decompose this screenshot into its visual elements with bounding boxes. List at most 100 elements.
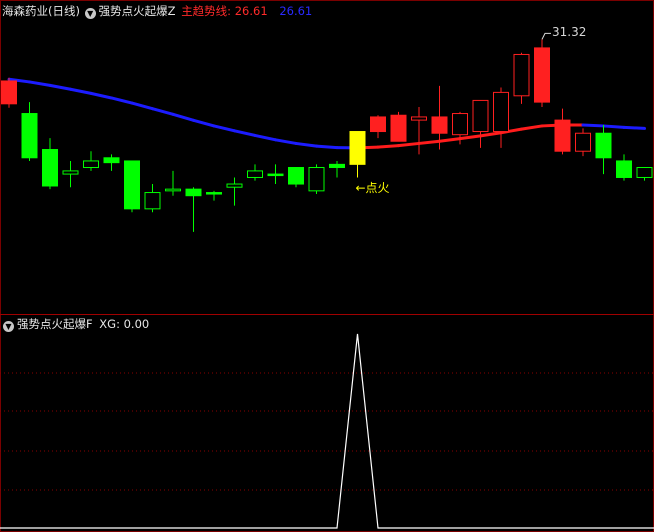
candle-25 xyxy=(513,52,530,104)
chart-frame xyxy=(0,0,654,532)
candle-0 xyxy=(1,77,17,108)
candle-3 xyxy=(62,160,79,188)
candle-30 xyxy=(616,154,632,181)
trend-segment-2 xyxy=(48,83,72,91)
trend-segment-12 xyxy=(253,133,277,142)
candle-20 xyxy=(411,106,427,155)
candle-body-27 xyxy=(554,119,571,152)
trend-segment-13 xyxy=(274,138,298,145)
candle-body-6 xyxy=(124,160,140,210)
candle-14 xyxy=(288,167,304,188)
trend-segment-28 xyxy=(581,123,605,128)
candle-body-12 xyxy=(247,170,263,178)
candle-body-21 xyxy=(431,116,448,134)
chart-canvas xyxy=(0,0,654,532)
trend-segment-19 xyxy=(397,141,421,148)
candle-body-3 xyxy=(62,170,79,175)
trend-segment-6 xyxy=(130,101,154,111)
candle-26 xyxy=(534,39,550,107)
trend-segment-7 xyxy=(151,107,175,116)
candle-body-22 xyxy=(452,113,468,136)
candle-27 xyxy=(554,108,571,155)
candle-15 xyxy=(308,164,325,195)
candle-body-28 xyxy=(575,132,591,152)
indicator-name[interactable]: 强势点火起爆Z xyxy=(99,4,176,18)
candle-10 xyxy=(206,190,222,201)
candle-24 xyxy=(493,87,509,148)
candle-body-7 xyxy=(144,192,161,210)
annotation-marks xyxy=(541,32,551,40)
candle-body-16 xyxy=(329,163,345,169)
candle-28 xyxy=(575,128,591,157)
candle-19 xyxy=(390,111,407,142)
chevron-down-icon[interactable]: ▼ xyxy=(3,321,14,332)
xg-series-line xyxy=(0,333,654,529)
chart-border xyxy=(0,0,654,532)
second-trend-value: 26.61 xyxy=(279,4,313,18)
candle-13 xyxy=(267,164,284,185)
candle-body-5 xyxy=(103,157,120,164)
main-chart-header: 海森药业(日线) ▼ 强势点火起爆Z 主趋势线: 26.61 26.61 xyxy=(2,5,312,19)
xg-label: XG: xyxy=(99,317,120,331)
candle-body-4 xyxy=(83,160,99,169)
candle-body-30 xyxy=(616,160,632,178)
candle-9 xyxy=(185,187,202,232)
candle-18 xyxy=(370,115,386,139)
candle-4 xyxy=(83,151,99,171)
candle-16 xyxy=(329,160,345,178)
trend-segment-21 xyxy=(438,137,462,143)
high-price-pointer xyxy=(541,32,551,40)
trend-segment-25 xyxy=(520,124,544,131)
trend-segment-15 xyxy=(315,144,339,150)
candle-7 xyxy=(144,184,161,213)
chevron-down-icon[interactable]: ▼ xyxy=(84,8,96,19)
trend-segment-11 xyxy=(233,129,257,137)
candle-body-1 xyxy=(21,113,38,159)
candle-body-24 xyxy=(493,91,509,133)
sub-chart-grid xyxy=(0,372,654,491)
candle-body-25 xyxy=(513,53,530,97)
candle-12 xyxy=(247,164,263,181)
trend-segment-23 xyxy=(479,131,503,138)
candle-5 xyxy=(103,154,120,171)
trend-segment-29 xyxy=(602,124,626,129)
candle-31 xyxy=(636,167,653,181)
trend-segment-14 xyxy=(294,141,318,148)
sub-indicator-name[interactable]: 强势点火起爆F xyxy=(17,317,93,331)
xg-line xyxy=(0,333,654,529)
trend-segment-5 xyxy=(110,96,134,105)
candle-body-23 xyxy=(472,99,489,133)
candle-body-18 xyxy=(370,116,386,133)
trend-segment-18 xyxy=(376,144,400,149)
candle-body-14 xyxy=(288,167,304,185)
main-trend-value: 26.61 xyxy=(234,4,268,18)
period-label: (日线) xyxy=(48,4,80,18)
trend-segment-10 xyxy=(212,124,236,133)
candle-body-15 xyxy=(308,167,325,192)
signal-label: ←点火 xyxy=(355,181,390,196)
trend-segment-3 xyxy=(69,87,93,95)
candle-body-0 xyxy=(1,80,17,105)
candle-6 xyxy=(124,160,140,213)
candle-29 xyxy=(595,124,612,175)
candle-body-2 xyxy=(42,149,58,187)
candle-body-9 xyxy=(185,188,202,197)
trend-segment-30 xyxy=(622,125,646,130)
xg-value: 0.00 xyxy=(123,317,150,331)
candle-11 xyxy=(226,177,243,206)
candle-body-26 xyxy=(534,47,550,103)
trend-segment-4 xyxy=(89,91,113,100)
candle-2 xyxy=(42,138,58,190)
candlesticks xyxy=(1,39,653,232)
trend-segment-1 xyxy=(28,80,52,87)
candle-body-13 xyxy=(267,173,284,177)
trend-segment-9 xyxy=(192,118,216,128)
candle-body-19 xyxy=(390,114,407,142)
trend-segment-20 xyxy=(417,139,441,145)
high-price-label: 31.32 xyxy=(552,25,587,40)
candle-8 xyxy=(165,170,181,196)
candle-body-8 xyxy=(165,188,181,192)
candle-body-29 xyxy=(595,132,612,159)
candle-1 xyxy=(21,102,38,161)
trend-segment-22 xyxy=(458,134,482,141)
